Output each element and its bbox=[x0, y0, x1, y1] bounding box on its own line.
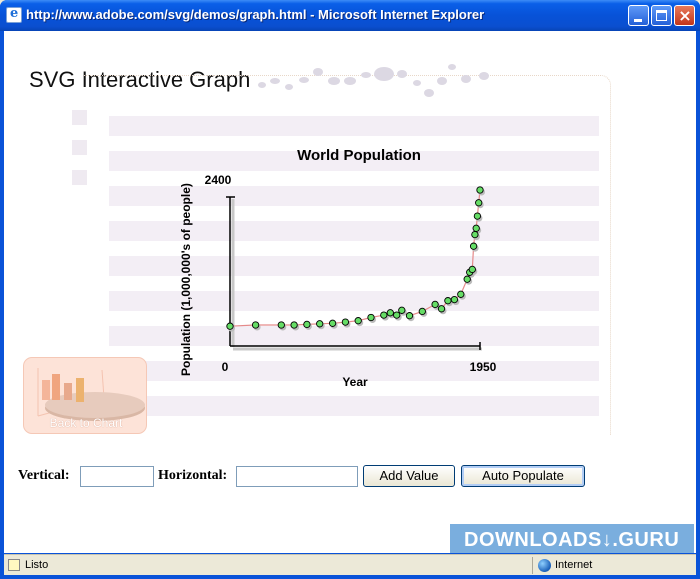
data-point[interactable] bbox=[328, 319, 337, 327]
data-point[interactable] bbox=[476, 186, 484, 194]
data-point[interactable] bbox=[386, 309, 394, 317]
data-point[interactable] bbox=[367, 313, 375, 322]
data-point[interactable] bbox=[469, 242, 478, 250]
back-to-chart-button[interactable]: Back to Chart bbox=[23, 357, 147, 434]
security-zone: Internet bbox=[532, 557, 692, 574]
population-series bbox=[226, 186, 485, 332]
decor-bubble bbox=[397, 70, 407, 78]
data-point[interactable] bbox=[226, 322, 234, 330]
data-point[interactable] bbox=[303, 320, 311, 329]
vertical-input[interactable] bbox=[80, 466, 154, 487]
data-point[interactable] bbox=[354, 317, 362, 325]
x-tick-label: 0 bbox=[222, 360, 229, 374]
title-bar[interactable]: http://www.adobe.com/svg/demos/graph.htm… bbox=[0, 0, 700, 31]
data-point[interactable] bbox=[316, 320, 324, 328]
data-point[interactable] bbox=[290, 321, 298, 329]
icon-bar bbox=[76, 378, 84, 402]
data-point[interactable] bbox=[418, 307, 426, 316]
decor-bubble bbox=[424, 89, 434, 97]
maximize-icon bbox=[656, 10, 667, 21]
data-point[interactable] bbox=[341, 318, 350, 326]
page-viewport: SVG Interactive Graph World Population 2… bbox=[4, 31, 696, 553]
page-status-icon bbox=[8, 559, 20, 571]
add-value-button[interactable]: Add Value bbox=[363, 465, 455, 487]
decor-bubbles bbox=[258, 64, 489, 97]
decor-bubble bbox=[299, 77, 309, 83]
decor-bubble bbox=[328, 77, 340, 85]
data-point[interactable] bbox=[471, 230, 479, 239]
y-tick-label: 2400 bbox=[205, 173, 232, 187]
globe-icon bbox=[538, 559, 551, 572]
decor-bubble bbox=[258, 82, 266, 88]
decor-bubble bbox=[461, 75, 471, 83]
decor-bubble bbox=[344, 77, 356, 85]
decor-bubble bbox=[313, 68, 323, 76]
value-form: Vertical: Horizontal: Add Value Auto Pop… bbox=[18, 465, 618, 489]
data-point[interactable] bbox=[472, 224, 480, 232]
icon-bar bbox=[42, 380, 50, 400]
data-point[interactable] bbox=[251, 321, 260, 329]
data-point[interactable] bbox=[444, 297, 452, 305]
data-point[interactable] bbox=[380, 311, 388, 319]
horizontal-input[interactable] bbox=[236, 466, 358, 487]
minimize-icon bbox=[634, 19, 642, 22]
status-text: Listo bbox=[25, 559, 49, 571]
data-point[interactable] bbox=[405, 312, 414, 320]
zone-text: Internet bbox=[555, 559, 593, 571]
decor-bubble bbox=[437, 77, 447, 85]
watermark-text: DOWNLOADS↓.GURU bbox=[464, 529, 680, 551]
decor-bubble bbox=[270, 78, 280, 84]
data-point[interactable] bbox=[468, 265, 476, 274]
decor-bubble bbox=[448, 64, 456, 70]
data-point[interactable] bbox=[457, 290, 465, 298]
close-icon: × bbox=[678, 6, 692, 25]
data-point[interactable] bbox=[475, 199, 483, 207]
decor-bubble bbox=[479, 72, 489, 80]
data-point[interactable] bbox=[431, 300, 439, 309]
decor-bubble bbox=[361, 72, 371, 78]
data-point[interactable] bbox=[277, 321, 285, 329]
x-axis-label: Year bbox=[342, 375, 368, 389]
watermark-banner: DOWNLOADS↓.GURU bbox=[450, 524, 694, 553]
horizontal-label: Horizontal: bbox=[158, 468, 228, 483]
status-bar: Listo Internet bbox=[4, 554, 696, 575]
icon-bar bbox=[52, 374, 60, 400]
minimize-button[interactable] bbox=[628, 5, 649, 26]
chart-title: World Population bbox=[297, 147, 421, 164]
back-to-chart-label: Back to Chart bbox=[49, 416, 123, 430]
data-point[interactable] bbox=[393, 311, 401, 319]
data-point[interactable] bbox=[463, 275, 471, 283]
window-title: http://www.adobe.com/svg/demos/graph.htm… bbox=[26, 7, 485, 22]
auto-populate-button[interactable]: Auto Populate bbox=[461, 465, 585, 487]
decor-bubble bbox=[374, 67, 394, 81]
data-point[interactable] bbox=[450, 295, 459, 304]
ie-page-icon bbox=[6, 6, 22, 23]
data-point[interactable] bbox=[398, 306, 406, 314]
maximize-button[interactable] bbox=[651, 5, 672, 26]
data-point[interactable] bbox=[437, 305, 446, 313]
icon-bar bbox=[64, 383, 72, 400]
x-tick-label: 1950 bbox=[470, 360, 497, 374]
decor-bubble bbox=[285, 84, 293, 90]
decor-bubble bbox=[413, 80, 421, 86]
data-point[interactable] bbox=[473, 212, 482, 220]
vertical-label: Vertical: bbox=[18, 468, 70, 483]
y-axis-label: Population (1,000,000's of people) bbox=[179, 183, 193, 376]
close-button[interactable]: × bbox=[674, 5, 695, 26]
browser-window: http://www.adobe.com/svg/demos/graph.htm… bbox=[0, 0, 700, 579]
